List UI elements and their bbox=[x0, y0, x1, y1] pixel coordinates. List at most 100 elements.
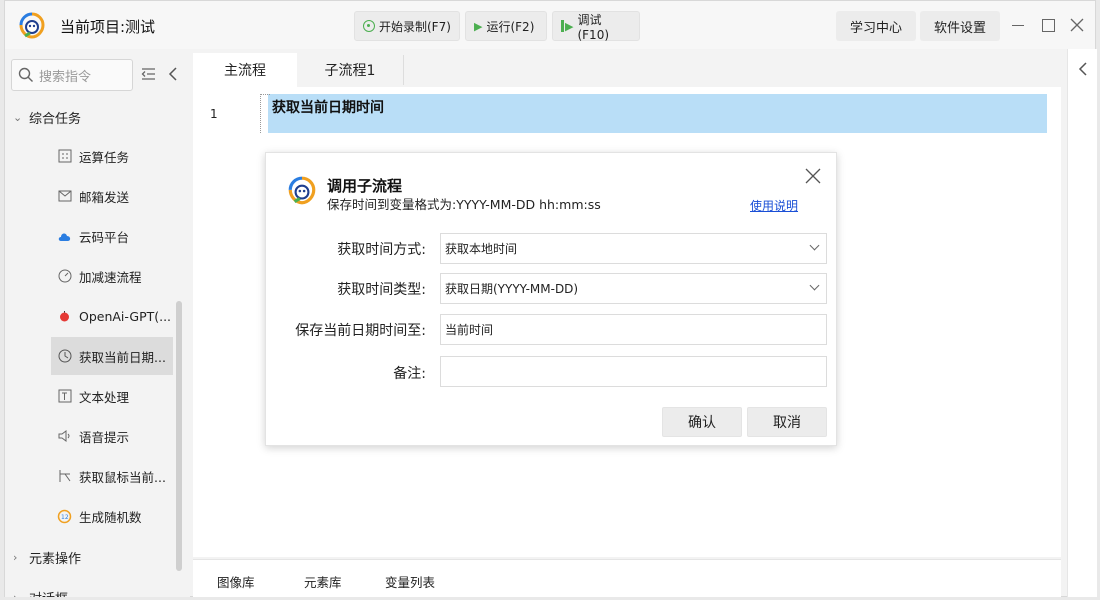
start-record-label: 开始录制(F7) bbox=[379, 19, 451, 34]
close-icon[interactable] bbox=[804, 167, 822, 185]
flow-step-row[interactable]: 获取当前日期时间 bbox=[260, 94, 1047, 133]
software-settings-button[interactable]: 软件设置 bbox=[920, 11, 1000, 41]
play-icon: ▶ bbox=[474, 19, 483, 33]
method-label: 获取时间方式: bbox=[337, 242, 426, 258]
sidebar-item-label: OpenAi-GPT(... bbox=[79, 308, 172, 324]
subflow-dialog: 调用子流程 保存时间到变量格式为:YYYY-MM-DD hh:mm:ss 使用说… bbox=[265, 152, 837, 446]
maximize-button[interactable] bbox=[1038, 15, 1058, 35]
section-label: 对话框 bbox=[29, 588, 68, 597]
tab-main-flow[interactable]: 主流程 bbox=[193, 53, 297, 87]
method-value: 获取本地时间 bbox=[445, 242, 518, 256]
method-select[interactable]: 获取本地时间 bbox=[440, 233, 827, 264]
title-bar: 当前项目:测试 开始录制(F7) ▶ 运行(F2) ▶ 调试(F10) 学习中心… bbox=[5, 1, 1095, 49]
sidebar-item-get-datetime[interactable]: 获取当前日期... bbox=[51, 337, 173, 375]
debug-button[interactable]: ▶ 调试(F10) bbox=[552, 11, 640, 42]
help-link[interactable]: 使用说明 bbox=[750, 197, 798, 214]
cursor-icon bbox=[57, 469, 72, 484]
section-label: 元素操作 bbox=[29, 552, 82, 567]
indent-guide bbox=[260, 94, 270, 95]
expand-panel-icon[interactable] bbox=[1077, 61, 1089, 77]
sidebar-item-random[interactable]: 12 生成随机数 bbox=[51, 497, 173, 535]
tab-divider bbox=[403, 55, 404, 85]
project-title: 当前项目:测试 bbox=[60, 18, 156, 36]
cancel-button[interactable]: 取消 bbox=[747, 407, 827, 437]
minimize-icon bbox=[1012, 24, 1024, 26]
tab-image-library[interactable]: 图像库 bbox=[217, 572, 255, 591]
sidebar-item-text[interactable]: 文本处理 bbox=[51, 377, 173, 415]
sidebar-item-mouse-pos[interactable]: 获取鼠标当前... bbox=[51, 457, 173, 495]
bottom-panel-tabs: 图像库 元素库 变量列表 bbox=[193, 559, 1061, 597]
search-placeholder: 搜索指令 bbox=[39, 69, 92, 85]
clock-icon bbox=[57, 349, 72, 364]
right-panel bbox=[1067, 49, 1097, 597]
section-dialog[interactable]: › 对话框 bbox=[13, 588, 68, 597]
sidebar-item-email[interactable]: 邮箱发送 bbox=[51, 177, 173, 215]
section-label: 综合任务 bbox=[29, 112, 82, 127]
sidebar-item-calculation[interactable]: 运算任务 bbox=[51, 137, 173, 175]
search-input[interactable]: 搜索指令 bbox=[11, 59, 133, 91]
dialog-subtitle: 保存时间到变量格式为:YYYY-MM-DD hh:mm:ss bbox=[327, 197, 601, 212]
tab-subflow-1[interactable]: 子流程1 bbox=[297, 53, 403, 87]
debug-label: 调试(F10) bbox=[577, 12, 610, 42]
minimize-button[interactable] bbox=[1008, 15, 1028, 35]
tab-element-library[interactable]: 元素库 bbox=[304, 572, 342, 591]
flow-step-label: 获取当前日期时间 bbox=[272, 100, 384, 116]
note-label: 备注: bbox=[393, 366, 426, 382]
save-variable-input[interactable]: 当前时间 bbox=[440, 314, 827, 345]
chevron-down-icon bbox=[809, 280, 820, 291]
run-button[interactable]: ▶ 运行(F2) bbox=[465, 11, 547, 41]
cloud-icon bbox=[57, 229, 72, 244]
sidebar-scrollbar[interactable] bbox=[176, 301, 182, 571]
confirm-button[interactable]: 确认 bbox=[662, 407, 742, 437]
command-sidebar: 搜索指令 ⌄ 综合任务 运算任务 邮箱发送 云码平台 加减速流程 OpenAi-… bbox=[5, 49, 190, 597]
mail-icon bbox=[57, 189, 72, 204]
sidebar-item-speed[interactable]: 加减速流程 bbox=[51, 257, 173, 295]
note-input[interactable] bbox=[440, 356, 827, 387]
chevron-right-icon: › bbox=[13, 591, 23, 597]
sidebar-item-label: 获取鼠标当前... bbox=[79, 469, 166, 485]
text-icon bbox=[57, 389, 72, 404]
type-value: 获取日期(YYYY-MM-DD) bbox=[445, 282, 579, 296]
tab-variable-list[interactable]: 变量列表 bbox=[385, 572, 435, 591]
sidebar-item-label: 云码平台 bbox=[79, 229, 130, 245]
close-icon bbox=[1070, 18, 1084, 32]
record-icon bbox=[363, 20, 375, 32]
sidebar-item-label: 生成随机数 bbox=[79, 509, 142, 525]
chevron-down-icon bbox=[809, 240, 820, 251]
maximize-icon bbox=[1041, 18, 1055, 32]
svg-text:12: 12 bbox=[61, 514, 69, 521]
sidebar-item-label: 语音提示 bbox=[79, 429, 130, 445]
debug-icon: ▶ bbox=[561, 20, 573, 33]
collapse-all-icon[interactable] bbox=[139, 65, 157, 83]
section-element-ops[interactable]: › 元素操作 bbox=[13, 548, 81, 567]
close-window-button[interactable] bbox=[1067, 15, 1087, 35]
sidebar-item-label: 文本处理 bbox=[79, 389, 130, 405]
openai-icon bbox=[57, 309, 72, 324]
calculator-icon bbox=[57, 149, 72, 164]
app-logo-icon bbox=[19, 12, 45, 39]
chevron-right-icon: › bbox=[13, 551, 18, 564]
sidebar-item-label: 邮箱发送 bbox=[79, 189, 130, 205]
indent-guide bbox=[260, 94, 261, 133]
speedometer-icon bbox=[57, 269, 72, 284]
save-label: 保存当前日期时间至: bbox=[295, 323, 426, 339]
learning-center-button[interactable]: 学习中心 bbox=[836, 11, 916, 41]
type-label: 获取时间类型: bbox=[337, 282, 426, 298]
dialog-title: 调用子流程 bbox=[327, 177, 403, 195]
sidebar-item-label: 运算任务 bbox=[79, 149, 130, 165]
flow-tabs: 主流程 子流程1 bbox=[193, 53, 1061, 87]
sidebar-item-voice[interactable]: 语音提示 bbox=[51, 417, 173, 455]
section-general-tasks[interactable]: ⌄ 综合任务 bbox=[13, 108, 81, 127]
sidebar-item-cloud[interactable]: 云码平台 bbox=[51, 217, 173, 255]
collapse-sidebar-icon[interactable] bbox=[165, 65, 183, 83]
type-select[interactable]: 获取日期(YYYY-MM-DD) bbox=[440, 273, 827, 304]
save-value: 当前时间 bbox=[445, 323, 494, 337]
sidebar-item-openai[interactable]: OpenAi-GPT(... bbox=[51, 297, 173, 335]
line-number: 1 bbox=[210, 107, 218, 121]
sidebar-item-label: 加减速流程 bbox=[79, 269, 142, 285]
search-icon bbox=[18, 67, 33, 82]
random-icon: 12 bbox=[57, 509, 72, 524]
app-logo-icon bbox=[288, 176, 316, 205]
start-record-button[interactable]: 开始录制(F7) bbox=[354, 11, 460, 41]
sidebar-item-label: 获取当前日期... bbox=[79, 349, 166, 365]
